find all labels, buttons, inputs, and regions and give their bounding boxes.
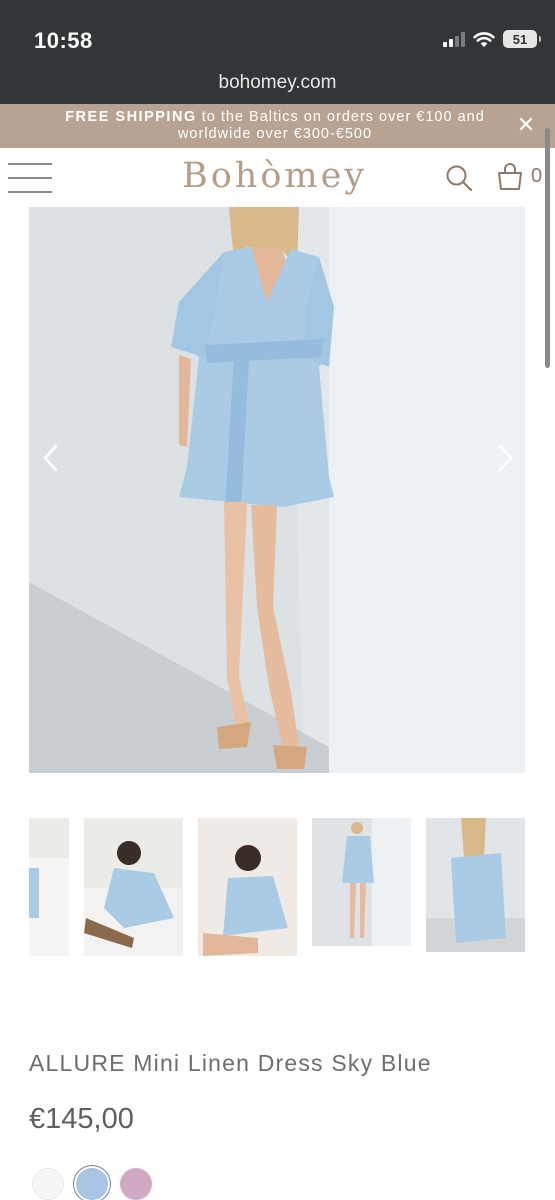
product-price: €145,00 xyxy=(29,1103,134,1135)
cart-count[interactable]: 0 xyxy=(531,165,542,188)
battery-icon: 51 xyxy=(503,30,541,48)
product-photo xyxy=(29,207,525,773)
logo[interactable]: Bohòmey xyxy=(182,156,367,196)
close-icon[interactable]: ✕ xyxy=(515,114,537,136)
thumbnail-3[interactable] xyxy=(198,818,297,956)
swatch-sky-blue[interactable] xyxy=(76,1168,108,1200)
product-main-image[interactable] xyxy=(29,207,525,773)
product-title: ALLURE Mini Linen Dress Sky Blue xyxy=(29,1050,432,1076)
scrollbar[interactable] xyxy=(545,128,550,368)
swatch-pink[interactable] xyxy=(120,1168,152,1200)
announcement-strong: FREE SHIPPING xyxy=(65,109,197,125)
bag-icon[interactable] xyxy=(497,163,523,191)
address-bar[interactable]: bohomey.com xyxy=(0,72,555,94)
swatch-white[interactable] xyxy=(32,1168,64,1200)
chevron-left-icon[interactable] xyxy=(37,443,67,473)
thumbnail-4[interactable] xyxy=(312,818,411,946)
color-swatches xyxy=(32,1168,152,1200)
announcement-bar: FREE SHIPPING to the Baltics on orders o… xyxy=(0,104,555,148)
announcement-line2: worldwide over €300-€500 xyxy=(177,126,373,142)
thumbnail-5[interactable] xyxy=(426,818,525,952)
site-header: Bohòmey 0 xyxy=(0,148,555,206)
chevron-right-icon[interactable] xyxy=(489,443,519,473)
status-icons: 51 xyxy=(443,30,541,48)
wifi-icon xyxy=(473,31,495,47)
cellular-signal-icon xyxy=(443,31,465,47)
browser-chrome: 10:58 51 bohomey.com xyxy=(0,0,555,104)
thumbnail-2[interactable] xyxy=(84,818,183,956)
thumbnail-strip xyxy=(29,818,529,958)
hamburger-icon[interactable] xyxy=(8,162,52,194)
thumbnail-1[interactable] xyxy=(29,818,69,956)
announcement-text: FREE SHIPPING to the Baltics on orders o… xyxy=(30,109,520,143)
search-icon[interactable] xyxy=(445,164,473,192)
announcement-line1: to the Baltics on orders over €100 and xyxy=(196,109,485,125)
status-time: 10:58 xyxy=(34,28,93,53)
